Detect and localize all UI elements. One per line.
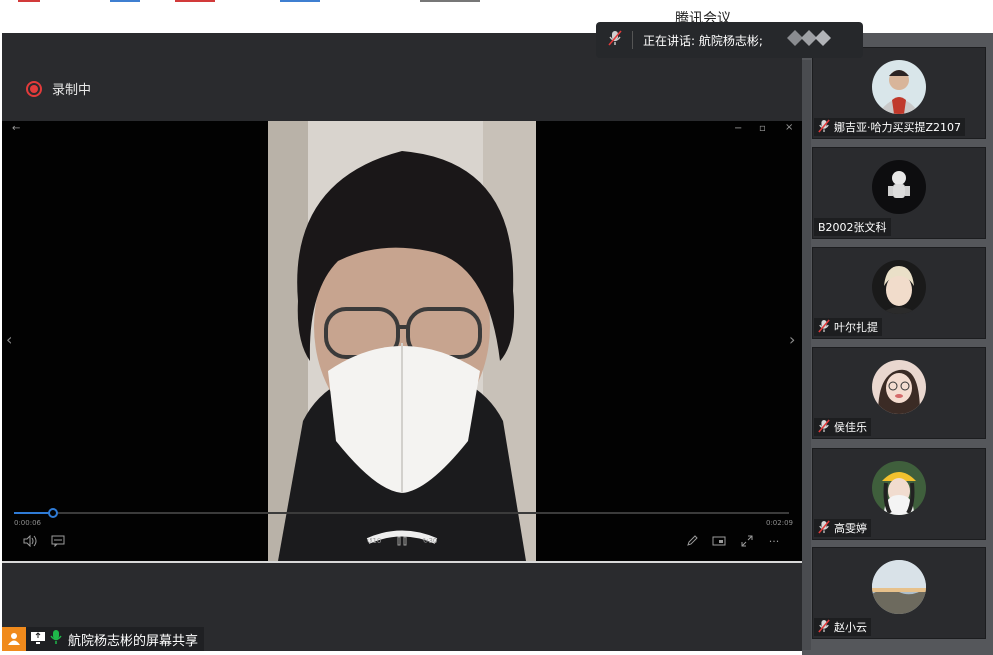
participant-tile[interactable]: 娜吉亚·哈力买买提Z2107 <box>812 47 986 139</box>
mic-muted-icon <box>818 519 830 537</box>
top-decoration <box>110 0 140 2</box>
fullscreen-icon[interactable] <box>739 534 755 548</box>
participant-name: 侯佳乐 <box>834 421 867 434</box>
participant-tile[interactable]: 赵小云 <box>812 547 986 639</box>
mic-muted-icon <box>818 618 830 636</box>
participant-name-tag: B2002张文科 <box>814 218 891 236</box>
participant-name-tag: 娜吉亚·哈力买买提Z2107 <box>814 118 966 136</box>
top-decoration <box>280 0 320 2</box>
player-close-button[interactable]: × <box>785 122 793 133</box>
participant-avatar <box>872 360 926 414</box>
pencil-icon[interactable] <box>684 534 700 548</box>
participant-avatar <box>872 160 926 214</box>
screen-share-indicator: 航院杨志彬的屏幕共享 <box>2 627 205 651</box>
forward-seconds: 30 <box>428 537 438 545</box>
miniplayer-icon[interactable] <box>711 534 727 548</box>
recording-label: 录制中 <box>52 83 92 98</box>
participant-name-tag: 赵小云 <box>814 618 871 636</box>
participant-tile[interactable]: B2002张文科 <box>812 147 986 239</box>
participant-name: B2002张文科 <box>818 221 887 234</box>
pause-button[interactable] <box>394 534 410 548</box>
record-icon <box>26 80 42 97</box>
player-back-button[interactable]: ← <box>12 123 20 134</box>
participant-name: 赵小云 <box>834 621 867 634</box>
participant-name-tag: 叶尔扎提 <box>814 318 882 336</box>
video-frame <box>268 121 536 561</box>
participant-name-tag: 侯佳乐 <box>814 418 871 436</box>
participant-avatar <box>872 60 926 114</box>
participant-avatar <box>872 260 926 314</box>
volume-icon[interactable] <box>22 534 38 548</box>
next-arrow-icon[interactable]: › <box>789 330 795 349</box>
person-in-mask-image <box>268 121 536 561</box>
participant-name: 高雯婷 <box>834 522 867 535</box>
speaking-notification: 正在讲话: 航院杨志彬; <box>596 22 863 58</box>
mic-muted-icon <box>818 318 830 336</box>
microphone-active-icon <box>50 629 62 649</box>
player-bottom-border <box>2 561 802 563</box>
participant-name: 叶尔扎提 <box>834 321 878 334</box>
participant-name: 娜吉亚·哈力买买提Z2107 <box>834 121 962 134</box>
participant-tile[interactable]: 叶尔扎提 <box>812 247 986 339</box>
person-icon <box>2 627 26 651</box>
separator <box>632 31 633 49</box>
top-decoration <box>175 0 215 2</box>
participant-tile[interactable]: 侯佳乐 <box>812 347 986 439</box>
captions-icon[interactable] <box>50 534 66 548</box>
player-minimize-button[interactable]: − <box>734 123 742 134</box>
mic-muted-icon <box>818 118 830 136</box>
more-options-button[interactable]: ··· <box>766 534 782 548</box>
participant-tile[interactable]: 高雯婷 <box>812 448 986 540</box>
speaking-text: 正在讲话: 航院杨志彬; <box>643 33 763 48</box>
pause-icon <box>397 536 407 546</box>
participant-name-tag: 高雯婷 <box>814 519 871 537</box>
participant-avatar <box>872 560 926 614</box>
recording-indicator: 录制中 <box>26 79 91 98</box>
screen-share-label: 航院杨志彬的屏幕共享 <box>68 633 199 649</box>
time-current: 0:00:06 <box>14 519 41 527</box>
top-decoration <box>18 0 40 2</box>
time-total: 0:02:09 <box>766 519 793 527</box>
forward-button[interactable]: ↻ 30 <box>422 534 438 548</box>
rewind-seconds: 10 <box>372 537 382 545</box>
participant-avatar <box>872 461 926 515</box>
participant-scrollbar[interactable] <box>802 60 811 650</box>
seek-bar-fill <box>14 512 53 514</box>
top-decoration <box>420 0 480 2</box>
seek-bar[interactable] <box>14 508 789 518</box>
screen-share-icon <box>30 630 46 649</box>
mic-muted-icon <box>818 418 830 436</box>
rewind-button[interactable]: ↺ 10 <box>366 534 382 548</box>
player-restore-button[interactable]: ▫ <box>759 123 766 134</box>
meeting-window: 腾讯会议 录制中 ← − ▫ × ‹ › 0:00:06 0:02:09 ↺ 1… <box>0 0 993 655</box>
mic-muted-icon <box>608 30 622 50</box>
previous-arrow-icon[interactable]: ‹ <box>6 330 12 349</box>
speaker-avatars-icon <box>785 28 835 52</box>
seek-bar-knob[interactable] <box>47 508 58 518</box>
